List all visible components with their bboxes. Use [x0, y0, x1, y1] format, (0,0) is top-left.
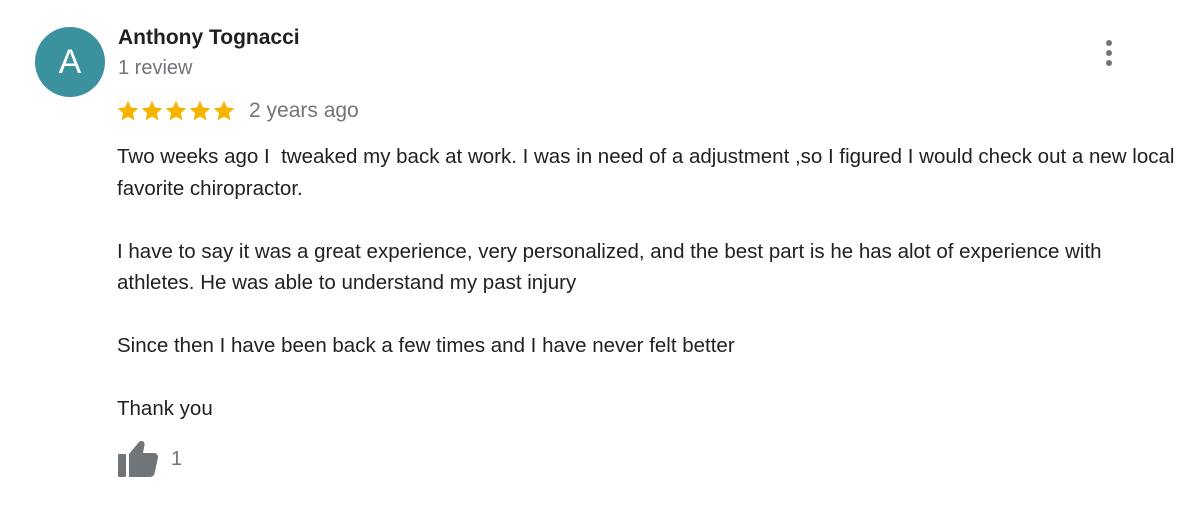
more-options-button[interactable]	[1096, 36, 1122, 70]
avatar[interactable]: A	[35, 27, 105, 97]
review-text: Two weeks ago I tweaked my back at work.…	[117, 141, 1177, 425]
star-icon	[189, 100, 211, 121]
review-paragraph: I have to say it was a great experience,…	[117, 239, 1108, 295]
review-paragraph: Thank you	[117, 397, 213, 420]
star-icon	[117, 100, 139, 121]
rating-row: 2 years ago	[116, 96, 359, 126]
review-paragraph: Since then I have been back a few times …	[117, 334, 735, 357]
star-icon	[165, 100, 187, 121]
star-icon	[213, 100, 235, 121]
author-name[interactable]: Anthony Tognacci	[118, 26, 300, 50]
like-count: 1	[171, 447, 183, 470]
star-icon	[141, 100, 163, 121]
avatar-initial: A	[58, 43, 82, 81]
review-date: 2 years ago	[249, 99, 359, 122]
review-card: A Anthony Tognacci 1 review 2 years ago …	[0, 0, 1200, 506]
author-review-count[interactable]: 1 review	[118, 57, 192, 80]
like-row: 1	[117, 440, 182, 478]
star-rating	[116, 99, 236, 123]
review-paragraph: Two weeks ago I tweaked my back at work.…	[117, 145, 1181, 200]
thumb-up-icon[interactable]	[117, 440, 159, 478]
